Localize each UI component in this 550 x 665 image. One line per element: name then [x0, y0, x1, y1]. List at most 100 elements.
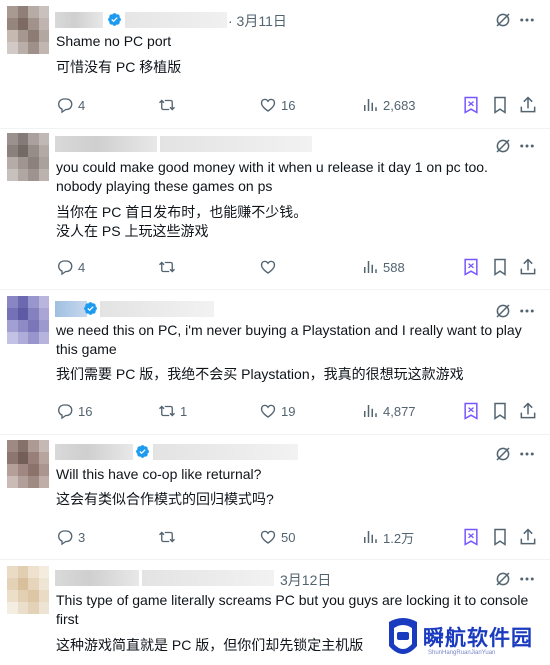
author-name-redacted[interactable]	[55, 444, 133, 460]
bookmark-icon[interactable]	[490, 95, 510, 115]
author-handle-redacted[interactable]	[160, 136, 312, 152]
reply-icon	[58, 530, 73, 546]
reply-tweet[interactable]: · 3月11日 Shame no PC port 可惜没有 PC 移植版 4 1…	[0, 0, 550, 129]
like-icon	[260, 404, 276, 418]
views-button[interactable]: 1.2万	[361, 527, 414, 547]
reply-icon	[58, 260, 73, 276]
repost-icon	[159, 261, 175, 273]
reply-tweet[interactable]: we need this on PC, i'm never buying a P…	[0, 289, 550, 435]
author-name-redacted[interactable]	[55, 12, 103, 28]
avatar[interactable]	[7, 296, 49, 344]
bookmark-icon[interactable]	[490, 257, 510, 277]
grok-analyze-icon[interactable]	[461, 95, 481, 115]
reply-count: 3	[78, 529, 86, 545]
tweet-translation: 我们需要 PC 版，我绝不会买 Playstation，我真的很想玩这款游戏	[56, 366, 464, 382]
tweet-text: Will this have co-op like returnal?	[56, 466, 262, 482]
grok-analyze-icon[interactable]	[461, 401, 481, 421]
repost-button[interactable]	[158, 95, 180, 115]
repost-button[interactable]	[158, 257, 180, 277]
reply-button[interactable]: 4	[56, 257, 85, 277]
site-watermark: 瞬航软件园 ShunHangRuanJianYuan	[383, 612, 548, 665]
author-name-redacted[interactable]	[55, 136, 157, 152]
grok-icon[interactable]	[494, 445, 512, 463]
more-icon[interactable]	[518, 302, 536, 320]
reply-button[interactable]: 3	[56, 527, 85, 547]
views-count: 4,877	[383, 403, 416, 419]
views-count: 588	[383, 259, 405, 275]
like-button[interactable]: 16	[259, 95, 295, 115]
author-name-redacted[interactable]	[55, 570, 139, 586]
repost-count: 1	[180, 403, 188, 419]
repost-icon	[159, 99, 175, 111]
tweet-date[interactable]: · 3月11日	[228, 11, 287, 31]
reply-icon	[58, 404, 73, 420]
share-icon[interactable]	[518, 401, 538, 421]
reply-icon	[58, 98, 73, 114]
author-handle-redacted[interactable]	[100, 301, 214, 317]
grok-icon[interactable]	[494, 11, 512, 29]
like-count: 50	[281, 529, 296, 545]
views-icon	[364, 531, 377, 543]
avatar[interactable]	[7, 133, 49, 181]
views-count: 1.2万	[383, 530, 415, 546]
reply-button[interactable]: 16	[56, 401, 92, 421]
avatar[interactable]	[7, 566, 49, 614]
like-icon	[260, 98, 276, 112]
like-count: 16	[281, 97, 296, 113]
tweet-text: Shame no PC port	[56, 33, 172, 49]
verified-icon	[84, 302, 97, 315]
repost-button[interactable]	[158, 527, 180, 547]
grok-icon[interactable]	[494, 570, 512, 588]
author-handle-redacted[interactable]	[142, 570, 274, 586]
author-handle-redacted[interactable]	[125, 12, 227, 28]
more-icon[interactable]	[518, 570, 536, 588]
like-icon	[260, 260, 276, 274]
views-button[interactable]: 588	[361, 257, 405, 277]
like-button[interactable]: 19	[259, 401, 295, 421]
like-button[interactable]	[259, 257, 281, 277]
more-icon[interactable]	[518, 11, 536, 29]
author-handle-redacted[interactable]	[153, 444, 298, 460]
tweet-translation: 这会有类似合作模式的回归模式吗?	[56, 491, 274, 507]
verified-icon	[108, 13, 121, 26]
repost-button[interactable]: 1	[158, 401, 187, 421]
more-icon[interactable]	[518, 137, 536, 155]
views-count: 2,683	[383, 97, 416, 113]
views-button[interactable]: 4,877	[361, 401, 416, 421]
grok-analyze-icon[interactable]	[461, 527, 481, 547]
tweet-text: we need this on PC, i'm never buying a P…	[56, 322, 522, 357]
avatar[interactable]	[7, 440, 49, 488]
like-icon	[260, 530, 276, 544]
views-icon	[364, 405, 377, 417]
share-icon[interactable]	[518, 95, 538, 115]
watermark-logo-icon	[389, 618, 417, 654]
views-icon	[364, 261, 377, 273]
reply-count: 4	[78, 97, 86, 113]
reply-tweet[interactable]: Will this have co-op like returnal? 这会有类…	[0, 434, 550, 560]
views-icon	[364, 99, 377, 111]
tweet-text: you could make good money with it when u…	[56, 159, 488, 194]
views-button[interactable]: 2,683	[361, 95, 416, 115]
reply-tweet[interactable]: you could make good money with it when u…	[0, 128, 550, 290]
verified-icon	[136, 445, 149, 458]
reply-count: 4	[78, 259, 86, 275]
avatar[interactable]	[7, 6, 49, 54]
repost-icon	[159, 405, 175, 417]
watermark-text: 瞬航软件园	[423, 626, 533, 650]
share-icon[interactable]	[518, 527, 538, 547]
grok-icon[interactable]	[494, 137, 512, 155]
more-icon[interactable]	[518, 445, 536, 463]
grok-analyze-icon[interactable]	[461, 257, 481, 277]
tweet-translation: 可惜没有 PC 移植版	[56, 59, 182, 75]
share-icon[interactable]	[518, 257, 538, 277]
repost-icon	[159, 531, 175, 543]
tweet-date[interactable]: 3月12日	[280, 570, 331, 590]
grok-icon[interactable]	[494, 302, 512, 320]
bookmark-icon[interactable]	[490, 401, 510, 421]
reply-button[interactable]: 4	[56, 95, 85, 115]
like-button[interactable]: 50	[259, 527, 295, 547]
like-count: 19	[281, 403, 296, 419]
tweet-translation: 当你在 PC 首日发布时，也能赚不少钱。 没人在 PS 上玩这些游戏	[56, 204, 308, 239]
reply-count: 16	[78, 403, 93, 419]
bookmark-icon[interactable]	[490, 527, 510, 547]
